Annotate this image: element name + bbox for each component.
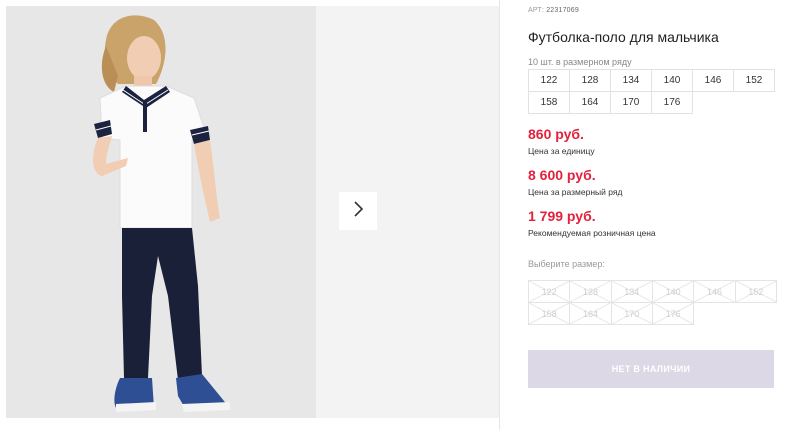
size-option-label: 134: [624, 286, 640, 297]
size-option-unavailable: 140: [651, 280, 695, 303]
size-option-label: 170: [624, 308, 640, 319]
size-row-cell: 146: [692, 69, 734, 92]
size-row-cell: 134: [610, 69, 652, 92]
size-option-label: 140: [665, 286, 681, 297]
size-option-label: 146: [706, 286, 722, 297]
chevron-right-icon: [352, 200, 364, 222]
product-gallery: [0, 0, 500, 430]
size-option-unavailable: 158: [528, 302, 571, 325]
size-option-label: 176: [665, 308, 681, 319]
size-option-unavailable: 128: [569, 280, 612, 303]
size-option-label: 152: [748, 286, 764, 297]
size-option-unavailable: 134: [610, 280, 653, 303]
size-row-cell: 164: [569, 91, 611, 114]
size-row-cell: 170: [610, 91, 652, 114]
size-row-cell: 152: [733, 69, 775, 92]
size-option-unavailable: 176: [651, 302, 695, 325]
product-title: Футболка-поло для мальчика: [528, 29, 719, 45]
size-row-cell: 176: [651, 91, 693, 114]
choose-size-label: Выберите размер:: [528, 259, 605, 269]
size-option-unavailable: 146: [693, 280, 736, 303]
size-option-unavailable: 164: [569, 302, 612, 325]
size-row-cell: 158: [528, 91, 570, 114]
size-option-label: 158: [541, 308, 557, 319]
size-row-cell: 122: [528, 69, 570, 92]
unit-price-label: Цена за единицу: [528, 146, 595, 156]
next-photo-button[interactable]: [339, 192, 377, 230]
sizes-in-row-label: 10 шт. в размерном ряду: [528, 57, 632, 67]
size-option-label: 128: [582, 286, 598, 297]
article-value: 22317069: [546, 7, 579, 14]
boy-in-polo-illustration: [93, 15, 230, 412]
size-option-label: 164: [582, 308, 598, 319]
out-of-stock-button[interactable]: НЕТ В НАЛИЧИИ: [528, 350, 774, 388]
size-row-cell: 140: [651, 69, 693, 92]
size-row-grid: 122 128 134 140 146 152 158 164 170 176: [528, 69, 775, 114]
choose-size-grid: 122 128 134 140 146 152 158 164 170 176: [528, 280, 777, 325]
product-photo[interactable]: [6, 6, 316, 418]
row-price: 8 600 руб.: [528, 167, 596, 183]
size-option-label: 122: [541, 286, 557, 297]
article-label: АРТ:: [528, 7, 545, 14]
unit-price: 860 руб.: [528, 126, 584, 142]
size-option-unavailable: 152: [734, 280, 777, 303]
row-price-label: Цена за размерный ряд: [528, 187, 623, 197]
size-row-cell: 128: [569, 69, 611, 92]
retail-price: 1 799 руб.: [528, 208, 596, 224]
article-number: АРТ: 22317069: [528, 7, 579, 14]
retail-price-label: Рекомендуемая розничная цена: [528, 228, 656, 238]
size-option-unavailable: 122: [528, 280, 571, 303]
size-option-unavailable: 170: [610, 302, 653, 325]
